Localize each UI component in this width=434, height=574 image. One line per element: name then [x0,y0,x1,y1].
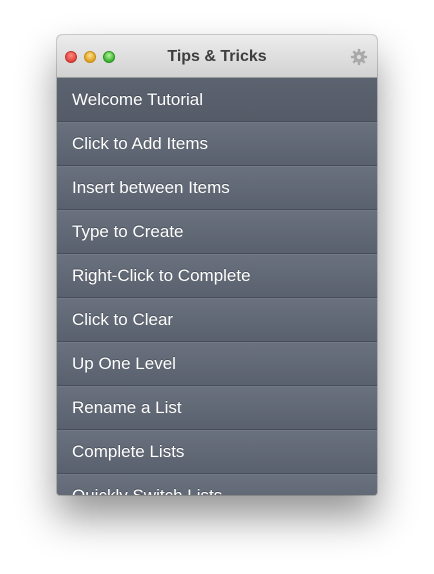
list-item-label: Up One Level [72,354,176,373]
list-item-label: Quickly Switch Lists [72,486,222,495]
list-item[interactable]: Click to Add Items [57,122,377,166]
list-item[interactable]: Complete Lists [57,430,377,474]
list-item-label: Right-Click to Complete [72,266,251,285]
gear-icon[interactable] [350,48,368,66]
tips-list: Welcome Tutorial Click to Add Items Inse… [57,78,377,495]
list-item-label: Insert between Items [72,178,230,197]
window-title: Tips & Tricks [167,48,267,65]
list-item[interactable]: Up One Level [57,342,377,386]
list-item[interactable]: Right-Click to Complete [57,254,377,298]
list-item-label: Type to Create [72,222,184,241]
list-item-label: Welcome Tutorial [72,89,204,109]
list-item-label: Click to Clear [72,310,174,329]
tips-window: Tips & Tricks Welcome Tutorial Click to … [57,35,377,495]
list-item-label: Complete Lists [72,442,185,461]
list-item[interactable]: Rename a List [57,386,377,430]
list-item[interactable]: Welcome Tutorial [57,78,377,122]
list-item-label: Click to Add Items [72,134,209,153]
list-item[interactable]: Click to Clear [57,298,377,342]
list-item[interactable]: Type to Create [57,210,377,254]
title-bar[interactable]: Tips & Tricks [57,35,377,78]
list-item[interactable]: Insert between Items [57,166,377,210]
list-item-label: Rename a List [72,398,182,417]
list-item[interactable]: Quickly Switch Lists [57,474,377,495]
desktop-background: Tips & Tricks Welcome Tutorial Click to … [0,0,434,574]
